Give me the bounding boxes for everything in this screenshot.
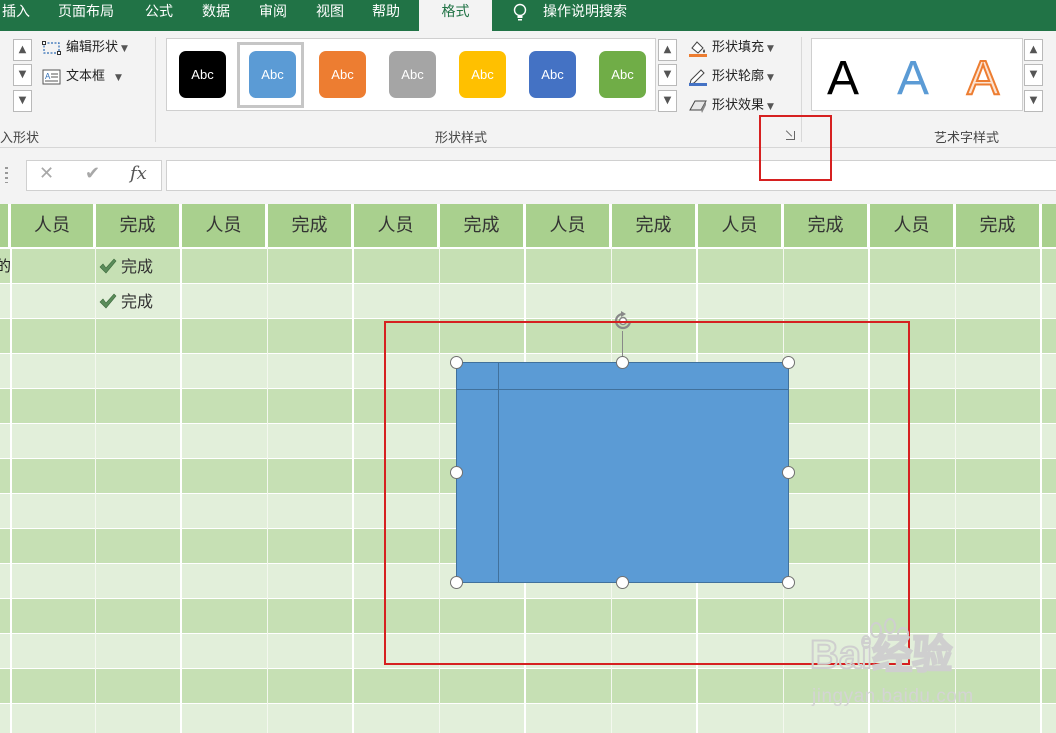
shape-effects-label: 形状效果 bbox=[712, 98, 765, 113]
clipped-cell-text: 的 bbox=[0, 257, 12, 275]
column-divider bbox=[267, 247, 268, 733]
ribbon-tab-bar: 插入 页面布局 公式 数据 审阅 视图 帮助 格式 操作说明搜索 bbox=[0, 0, 1056, 31]
shape-style-gold[interactable]: Abc bbox=[459, 51, 506, 98]
shape-style-dark-blue[interactable]: Abc bbox=[529, 51, 576, 98]
wordart-scroll-down[interactable]: ▼ bbox=[1024, 64, 1043, 86]
formula-bar: ✕ ✔ fx bbox=[0, 148, 1056, 204]
svg-text:A: A bbox=[45, 72, 51, 81]
header-cell[interactable]: 人员 bbox=[11, 204, 96, 247]
wordart-scroll-up[interactable]: ▲ bbox=[1024, 39, 1043, 61]
table-row bbox=[0, 249, 1056, 284]
baidu-logo-icon: Bai经验 bbox=[810, 618, 953, 678]
shapes-scroll-down[interactable]: ▼ bbox=[13, 64, 32, 86]
text-box-button[interactable]: A 文本框 ▼ bbox=[42, 66, 122, 88]
header-cell[interactable]: 人员 bbox=[182, 204, 268, 247]
chevron-down-icon: ▼ bbox=[115, 73, 122, 83]
chevron-down-icon: ▼ bbox=[121, 44, 128, 54]
enter-icon[interactable]: ✔ bbox=[85, 163, 100, 184]
shape-styles-group-label: 形状样式 bbox=[435, 131, 488, 146]
header-cell-clipped[interactable] bbox=[1042, 204, 1056, 247]
cancel-icon[interactable]: ✕ bbox=[39, 163, 54, 184]
header-cell[interactable]: 完成 bbox=[956, 204, 1042, 247]
shape-style-gray[interactable]: Abc bbox=[389, 51, 436, 98]
status-cell[interactable]: 完成 bbox=[99, 249, 153, 284]
styles-scroll-up[interactable]: ▲ bbox=[658, 39, 677, 61]
wordart-gallery: A A A bbox=[811, 38, 1023, 111]
tab-help[interactable]: 帮助 bbox=[372, 0, 400, 31]
watermark-url: jingyan.baidu.com bbox=[812, 686, 974, 707]
tab-insert[interactable]: 插入 bbox=[2, 0, 30, 31]
tab-page-layout[interactable]: 页面布局 bbox=[58, 0, 114, 31]
header-cell[interactable]: 完成 bbox=[612, 204, 698, 247]
tab-view[interactable]: 视图 bbox=[316, 0, 344, 31]
status-text: 完成 bbox=[121, 257, 154, 276]
insert-function-icon[interactable]: fx bbox=[130, 163, 147, 184]
insert-shapes-group-label: 入形状 bbox=[0, 131, 40, 146]
shape-effects-button[interactable]: 形状效果 ▼ bbox=[688, 95, 774, 117]
status-text: 完成 bbox=[121, 292, 154, 311]
ribbon-panel: ▲ ▼ ▼ 编辑形状 ▼ A 文本框 ▼ 入形状 Abc Abc Abc Abc A… bbox=[0, 31, 1056, 148]
text-box-icon: A bbox=[42, 69, 61, 84]
checkmark-icon bbox=[99, 293, 117, 309]
shape-style-green[interactable]: Abc bbox=[599, 51, 646, 98]
column-divider bbox=[1040, 247, 1042, 733]
shape-style-blue[interactable]: Abc bbox=[249, 51, 296, 98]
wordart-style-orange-outline[interactable]: A bbox=[966, 52, 1000, 106]
tab-review[interactable]: 审阅 bbox=[259, 0, 287, 31]
highlight-shape-box bbox=[384, 321, 910, 665]
pen-icon bbox=[689, 68, 707, 86]
styles-scroll-down[interactable]: ▼ bbox=[658, 64, 677, 86]
highlight-launcher-box bbox=[759, 115, 832, 181]
tab-formulas[interactable]: 公式 bbox=[145, 0, 173, 31]
header-cell[interactable]: 人员 bbox=[870, 204, 956, 247]
formula-input[interactable] bbox=[166, 160, 1056, 191]
group-divider bbox=[155, 37, 156, 142]
shape-style-orange[interactable]: Abc bbox=[319, 51, 366, 98]
wordart-style-blue[interactable]: A bbox=[897, 53, 929, 105]
shape-style-black[interactable]: Abc bbox=[179, 51, 226, 98]
chevron-down-icon: ▼ bbox=[767, 44, 774, 54]
wordart-more[interactable]: ▼ bbox=[1024, 90, 1043, 112]
table-row bbox=[0, 704, 1056, 733]
tab-data[interactable]: 数据 bbox=[202, 0, 230, 31]
edit-points-icon bbox=[42, 40, 61, 55]
shapes-more[interactable]: ▼ bbox=[13, 90, 32, 112]
column-divider bbox=[352, 247, 354, 733]
table-row bbox=[0, 284, 1056, 319]
shape-fill-button[interactable]: 形状填充 ▼ bbox=[688, 37, 774, 59]
shape-outline-button[interactable]: 形状轮廓 ▼ bbox=[688, 66, 774, 88]
wordart-group-label: 艺术字样式 bbox=[934, 131, 1000, 146]
drag-handle-icon[interactable] bbox=[5, 167, 8, 183]
header-cell[interactable]: 人员 bbox=[698, 204, 784, 247]
paint-bucket-icon bbox=[689, 40, 707, 57]
header-cell[interactable]: 完成 bbox=[784, 204, 870, 247]
tab-format[interactable]: 格式 bbox=[419, 0, 492, 31]
checkmark-icon bbox=[99, 258, 117, 274]
wordart-style-black[interactable]: A bbox=[827, 53, 859, 105]
header-cell[interactable]: 人员 bbox=[526, 204, 612, 247]
column-divider bbox=[180, 247, 182, 733]
header-cell-clipped[interactable] bbox=[0, 204, 11, 247]
shape-outline-label: 形状轮廓 bbox=[712, 69, 765, 84]
chevron-down-icon: ▼ bbox=[767, 73, 774, 83]
styles-more[interactable]: ▼ bbox=[658, 90, 677, 112]
shape-styles-gallery: Abc Abc Abc Abc Abc Abc Abc bbox=[166, 38, 656, 111]
shape-fill-label: 形状填充 bbox=[712, 40, 765, 55]
column-divider bbox=[95, 247, 96, 733]
watermark-logo-text: Bai经验 bbox=[810, 633, 952, 677]
text-box-label: 文本框 bbox=[66, 69, 106, 84]
chevron-down-icon: ▼ bbox=[767, 102, 774, 112]
status-cell[interactable]: 完成 bbox=[99, 284, 153, 319]
edit-shape-button[interactable]: 编辑形状 ▼ bbox=[42, 37, 128, 59]
column-divider bbox=[10, 247, 12, 733]
shapes-scroll-up[interactable]: ▲ bbox=[13, 39, 32, 61]
shape-effects-icon bbox=[689, 100, 707, 113]
edit-shape-label: 编辑形状 bbox=[66, 40, 119, 55]
header-cell[interactable]: 完成 bbox=[440, 204, 526, 247]
header-cell[interactable]: 完成 bbox=[268, 204, 354, 247]
header-cell[interactable]: 人员 bbox=[354, 204, 440, 247]
tell-me-search[interactable]: 操作说明搜索 bbox=[543, 0, 627, 31]
lightbulb-icon bbox=[513, 3, 527, 21]
header-cell[interactable]: 完成 bbox=[96, 204, 182, 247]
